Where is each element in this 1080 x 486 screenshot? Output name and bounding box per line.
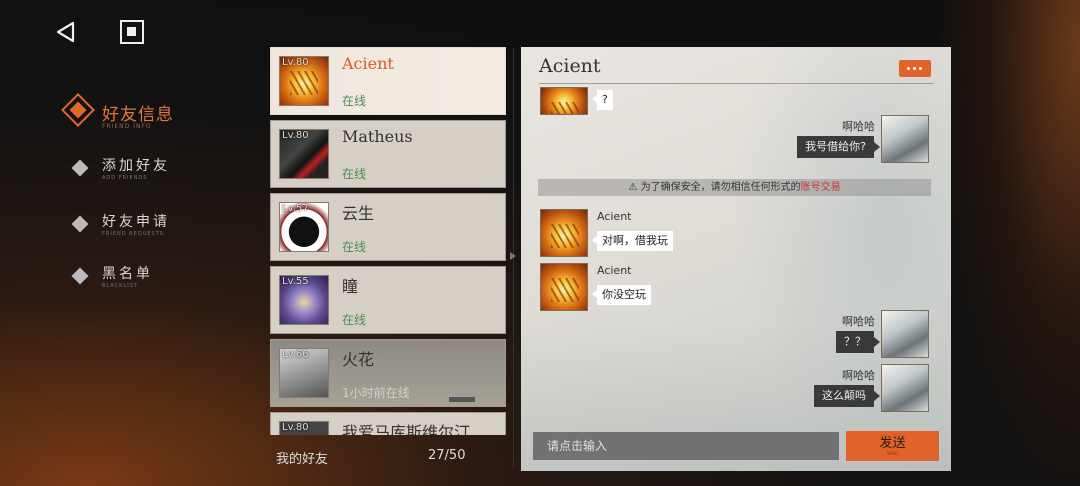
- menu-item-friend-requests[interactable]: 好友申请 FRIEND REQUESTS: [62, 213, 242, 253]
- friend-card[interactable]: Lv.66 火花 1小时前在线: [270, 339, 506, 407]
- level-badge: Lv.80: [282, 130, 309, 141]
- friend-avatar: Lv.57: [279, 202, 329, 252]
- warning-icon: ⚠: [628, 182, 638, 193]
- menu-label: 添加好友: [102, 158, 170, 174]
- friend-status: 在线: [342, 313, 367, 327]
- notice-highlight: 账号交易: [800, 182, 841, 193]
- friend-avatar: Lv.80: [279, 56, 329, 106]
- menu-label: 好友申请: [102, 214, 170, 230]
- chat-panel: Acient ? 啊哈哈 我号借给你? ⚠ 为了确保安全，请勿相信任何形式的账号…: [521, 47, 951, 471]
- message-bubble: 你没空玩: [592, 285, 651, 305]
- security-notice: ⚠ 为了确保安全，请勿相信任何形式的账号交易: [538, 179, 931, 196]
- message-sender: Acient: [597, 210, 632, 223]
- friend-count: 27/50: [428, 448, 466, 463]
- message-bubble: 我号借给你?: [797, 136, 880, 158]
- message-bubble: 对啊，借我玩: [592, 231, 673, 251]
- friend-card[interactable]: Lv.80 我爱马库斯维尔汀: [270, 412, 506, 435]
- message-avatar[interactable]: [540, 209, 588, 257]
- message-avatar[interactable]: [881, 310, 929, 358]
- more-dots-icon[interactable]: [899, 60, 931, 77]
- message-avatar[interactable]: [540, 263, 588, 311]
- message-sender: 啊哈哈: [842, 120, 875, 133]
- menu-item-add-friends[interactable]: 添加好友 ADD FRIENDS: [62, 157, 242, 197]
- level-badge: Lv.66: [282, 349, 309, 360]
- friend-card[interactable]: Lv.80 Acient 在线: [270, 47, 506, 115]
- back-icon[interactable]: [54, 20, 78, 44]
- menu-item-blacklist[interactable]: 黑名单 BLACKLIST: [62, 265, 242, 305]
- message-bubble: ?: [592, 90, 613, 110]
- level-badge: Lv.80: [282, 422, 309, 433]
- background-glow: [940, 0, 1080, 486]
- active-diamond-icon: [61, 93, 95, 127]
- friend-name: 我爱马库斯维尔汀: [342, 423, 471, 435]
- friend-avatar: Lv.80: [279, 421, 329, 435]
- friend-card[interactable]: Lv.57 云生 在线: [270, 193, 506, 261]
- message-input[interactable]: [533, 432, 839, 460]
- message-avatar[interactable]: [881, 115, 929, 163]
- friend-status: 1小时前在线: [342, 386, 410, 400]
- menu-sublabel: BLACKLIST: [102, 283, 138, 289]
- level-badge: Lv.57: [282, 203, 309, 214]
- friend-name: 火花: [342, 350, 375, 369]
- send-button[interactable]: 发送 SEND: [846, 431, 939, 461]
- send-sublabel: SEND: [886, 451, 899, 456]
- diamond-icon: [71, 159, 89, 177]
- friend-name: 云生: [342, 204, 375, 223]
- message-bubble: 这么颠吗: [814, 385, 880, 407]
- chat-title: Acient: [539, 55, 601, 77]
- friend-status: 在线: [342, 240, 367, 254]
- menu-label: 黑名单: [102, 266, 153, 282]
- menu-label: 好友信息: [102, 105, 174, 125]
- message-sender: Acient: [597, 264, 632, 277]
- friend-avatar: Lv.55: [279, 275, 329, 325]
- friend-count-footer: 我的好友 27/50: [276, 448, 476, 467]
- friend-name: Matheus: [342, 127, 413, 146]
- message-avatar[interactable]: [540, 87, 588, 115]
- message-sender: 啊哈哈: [842, 369, 875, 382]
- menu-sublabel: FRIEND REQUESTS: [102, 231, 164, 237]
- collapse-arrow-icon[interactable]: [510, 252, 516, 260]
- friend-avatar: Lv.66: [279, 348, 329, 398]
- footer-label: 我的好友: [276, 452, 329, 467]
- menu-sublabel: ADD FRIENDS: [102, 175, 148, 181]
- message-avatar[interactable]: [881, 364, 929, 412]
- message-sender: 啊哈哈: [842, 315, 875, 328]
- notice-text: 为了确保安全，请勿相信任何形式的: [640, 182, 801, 193]
- message-bubble: ？？: [836, 331, 880, 353]
- friend-avatar: Lv.80: [279, 129, 329, 179]
- friend-list[interactable]: Lv.80 Acient 在线 Lv.80 Matheus 在线 Lv.57 云…: [270, 47, 506, 435]
- friend-status: 在线: [342, 167, 367, 181]
- friend-status: 在线: [342, 94, 367, 108]
- diamond-icon: [71, 215, 89, 233]
- message-input-box[interactable]: [533, 432, 839, 460]
- menu-sublabel: FRIEND INFO: [102, 123, 152, 130]
- friend-card[interactable]: Lv.80 Matheus 在线: [270, 120, 506, 188]
- menu-item-friend-info[interactable]: 好友信息 FRIEND INFO: [61, 93, 242, 135]
- friend-card[interactable]: Lv.55 瞳 在线: [270, 266, 506, 334]
- friend-name: Acient: [342, 54, 394, 73]
- level-badge: Lv.80: [282, 57, 309, 68]
- level-badge: Lv.55: [282, 276, 309, 287]
- send-label: 发送: [879, 436, 906, 451]
- title-divider: [539, 83, 934, 84]
- recents-icon[interactable]: [120, 20, 144, 44]
- offline-tag: [449, 397, 475, 402]
- diamond-icon: [71, 267, 89, 285]
- friend-name: 瞳: [342, 277, 359, 296]
